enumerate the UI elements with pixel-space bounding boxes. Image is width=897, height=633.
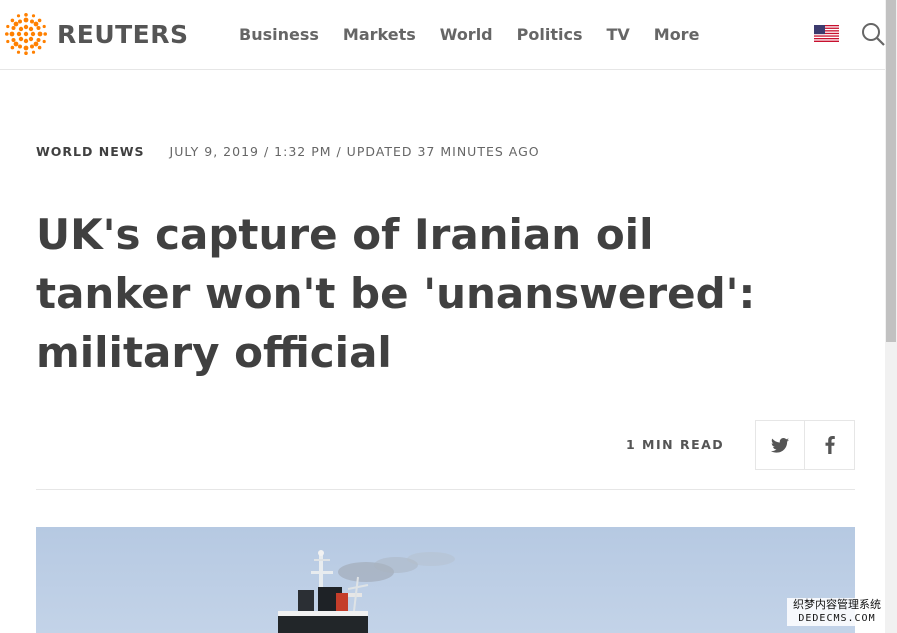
tanker-ship-image xyxy=(278,550,455,633)
hero-image xyxy=(36,527,855,633)
read-time: 1 MIN READ xyxy=(626,437,725,452)
article-divider xyxy=(36,489,855,490)
reuters-logo-mark-icon xyxy=(5,13,47,55)
nav-item-more[interactable]: More xyxy=(642,24,712,46)
brand-name: REUTERS xyxy=(57,19,189,49)
reuters-logo[interactable]: REUTERS xyxy=(5,13,189,55)
scrollbar-thumb[interactable] xyxy=(886,0,896,342)
section-link[interactable]: WORLD NEWS xyxy=(36,144,145,159)
watermark-line2: DEDECMS.COM xyxy=(798,613,876,624)
article-meta: WORLD NEWS JULY 9, 2019 / 1:32 PM / UPDA… xyxy=(36,144,540,159)
article-headline: UK's capture of Iranian oil tanker won't… xyxy=(36,210,756,377)
dateline: JULY 9, 2019 / 1:32 PM / UPDATED 37 MINU… xyxy=(169,144,540,159)
search-icon[interactable] xyxy=(861,22,885,46)
scrollbar[interactable] xyxy=(885,0,897,633)
main-nav: Business Markets World Politics TV More xyxy=(227,24,711,46)
facebook-share-button[interactable] xyxy=(805,420,855,470)
nav-item-tv[interactable]: TV xyxy=(594,24,641,46)
nav-item-world[interactable]: World xyxy=(428,24,505,46)
facebook-icon xyxy=(825,436,835,454)
watermark-line1: 织梦内容管理系统 xyxy=(793,598,881,611)
site-header: REUTERS Business Markets World Politics … xyxy=(0,0,885,70)
share-buttons xyxy=(755,420,855,470)
twitter-icon xyxy=(771,437,789,453)
nav-item-politics[interactable]: Politics xyxy=(505,24,595,46)
twitter-share-button[interactable] xyxy=(755,420,805,470)
watermark: 织梦内容管理系统 DEDECMS.COM xyxy=(787,598,887,626)
nav-item-business[interactable]: Business xyxy=(227,24,331,46)
us-flag-icon[interactable] xyxy=(814,25,839,42)
nav-item-markets[interactable]: Markets xyxy=(331,24,428,46)
